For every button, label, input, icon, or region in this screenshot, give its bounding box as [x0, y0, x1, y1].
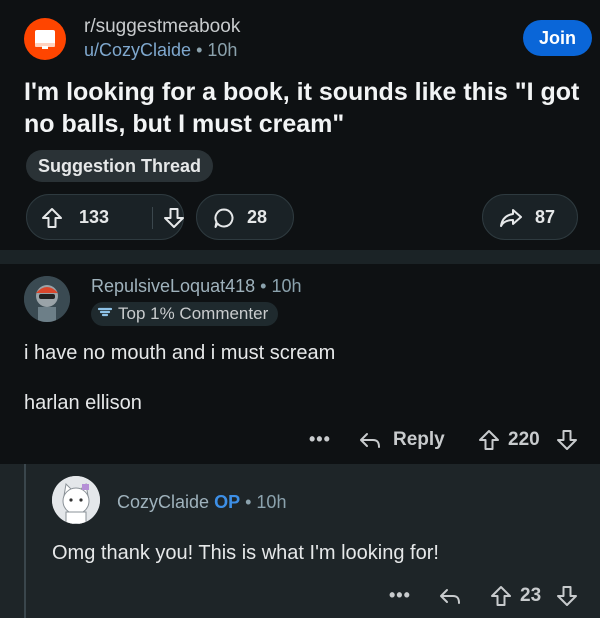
- post-author[interactable]: u/CozyClaide: [84, 40, 191, 60]
- comment-age: 10h: [271, 276, 302, 296]
- op-tag: OP: [214, 492, 241, 512]
- reply-button[interactable]: Reply: [393, 429, 445, 451]
- more-icon[interactable]: •••: [309, 429, 331, 450]
- comments-button[interactable]: 28: [196, 194, 294, 240]
- upvote-icon[interactable]: [478, 429, 500, 456]
- comment-author[interactable]: RepulsiveLoquat418: [91, 276, 255, 296]
- post-age: 10h: [207, 40, 238, 60]
- comment-actions: ••• 23: [0, 583, 600, 611]
- post-title[interactable]: I'm looking for a book, it sounds like t…: [24, 76, 584, 140]
- comment-text: harlan ellison: [24, 392, 142, 414]
- subreddit-icon[interactable]: [24, 18, 66, 60]
- downvote-icon[interactable]: [163, 207, 185, 234]
- meta-separator: •: [196, 40, 203, 60]
- meta-separator: •: [260, 276, 267, 296]
- post-share-count: 87: [535, 207, 556, 227]
- share-icon: [499, 207, 523, 234]
- avatar[interactable]: [52, 476, 100, 524]
- post-vote-bar: 133: [26, 194, 184, 240]
- comment-text: Omg thank you! This is what I'm looking …: [52, 542, 439, 564]
- post-flair[interactable]: Suggestion Thread: [26, 150, 214, 182]
- post-card: r/suggestmeabook u/CozyClaide • 10h Join…: [0, 0, 600, 250]
- comment-vote-count: 23: [520, 585, 542, 606]
- badge-icon: [97, 304, 113, 324]
- comment-reply: CozyClaide OP • 10h Omg thank you! This …: [0, 464, 600, 618]
- comment-author[interactable]: CozyClaide: [117, 492, 209, 512]
- badge-label: Top 1% Commenter: [118, 304, 269, 323]
- downvote-icon[interactable]: [556, 429, 578, 456]
- post-meta: u/CozyClaide • 10h: [84, 40, 237, 61]
- commenter-badge: Top 1% Commenter: [91, 302, 279, 326]
- comment-text: i have no mouth and i must scream: [24, 342, 336, 364]
- comment-meta: CozyClaide OP • 10h: [117, 492, 286, 513]
- more-icon[interactable]: •••: [389, 585, 411, 606]
- join-button[interactable]: Join: [523, 20, 592, 56]
- post-comment-count: 28: [247, 207, 268, 227]
- comment-bubble-icon: [213, 207, 235, 234]
- comment-actions: ••• Reply 220: [0, 427, 600, 455]
- subreddit-name[interactable]: r/suggestmeabook: [84, 16, 240, 38]
- upvote-icon[interactable]: [490, 585, 512, 612]
- meta-separator: •: [245, 492, 252, 512]
- section-divider: [0, 250, 600, 264]
- comment-age: 10h: [256, 492, 287, 512]
- vote-divider: [152, 207, 153, 229]
- downvote-icon[interactable]: [556, 585, 578, 612]
- comment-meta: RepulsiveLoquat418 • 10h: [91, 276, 302, 297]
- share-button[interactable]: 87: [482, 194, 578, 240]
- upvote-icon[interactable]: [41, 207, 63, 234]
- comment-vote-count: 220: [508, 429, 540, 450]
- avatar[interactable]: [24, 276, 70, 322]
- comment: RepulsiveLoquat418 • 10h Top 1% Commente…: [0, 264, 600, 464]
- reply-icon[interactable]: [358, 429, 382, 456]
- post-upvote-count: 133: [79, 207, 110, 227]
- reply-icon[interactable]: [438, 585, 462, 612]
